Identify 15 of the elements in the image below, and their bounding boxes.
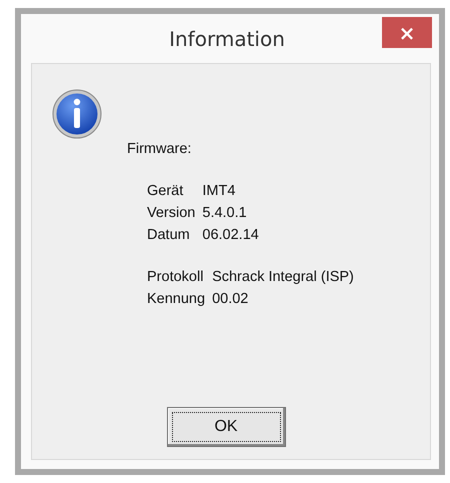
- close-button[interactable]: ×: [382, 17, 432, 48]
- field-value: IMT4: [202, 182, 236, 201]
- window-title: Information: [169, 26, 285, 50]
- field-label: Version: [147, 204, 196, 223]
- field-label: Datum: [147, 226, 191, 245]
- field-value: Schrack Integral (ISP): [212, 268, 354, 287]
- info-icon: [52, 89, 102, 139]
- field-label: Protokoll: [147, 268, 204, 287]
- firmware-heading: Firmware:: [127, 141, 192, 157]
- field-value: 5.4.0.1: [202, 204, 248, 223]
- field-label: Kennung: [147, 290, 206, 309]
- ok-button[interactable]: OK: [166, 407, 286, 447]
- field-value: 06.02.14: [202, 226, 259, 245]
- field-label: Gerät: [147, 182, 184, 201]
- field-value: 00.02: [212, 290, 250, 309]
